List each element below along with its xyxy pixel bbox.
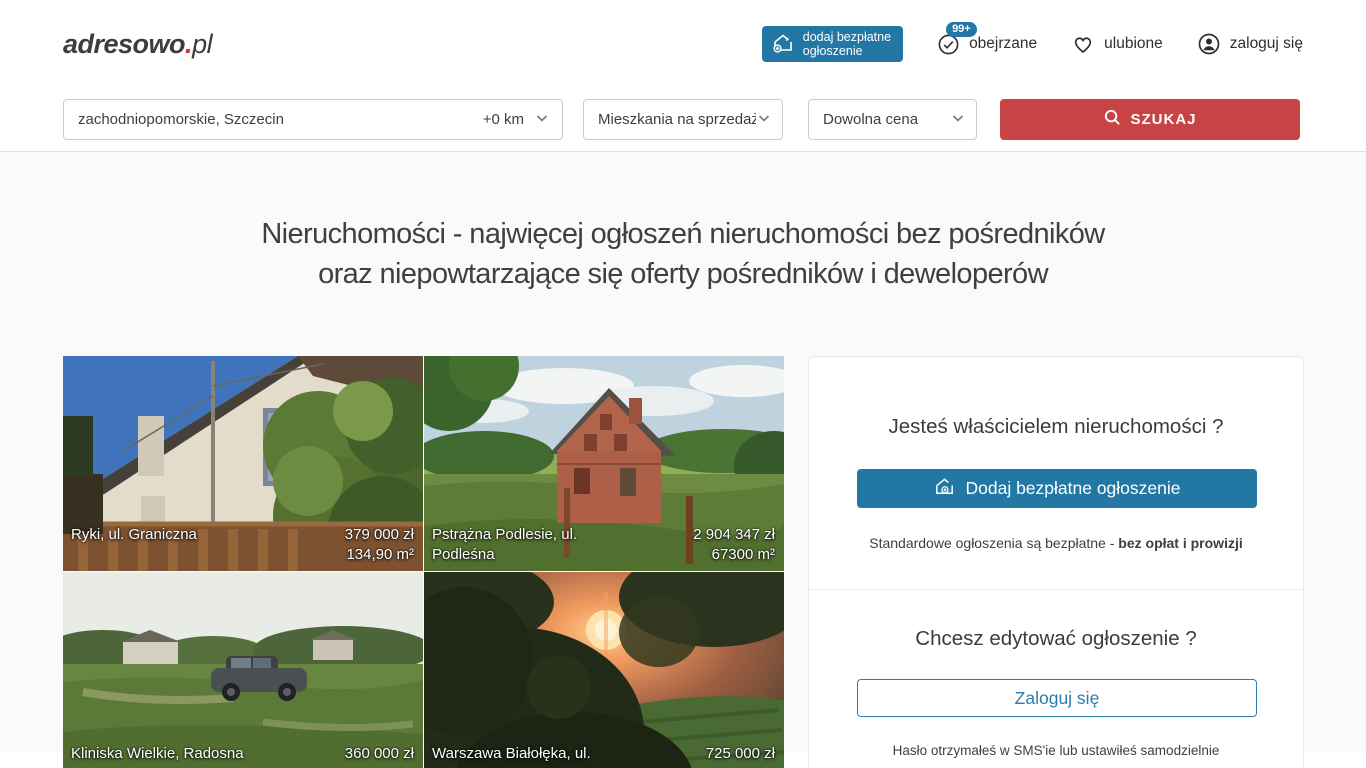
house-plus-icon <box>933 475 956 503</box>
listing-name: Warszawa Białołęka, ul. <box>432 744 591 764</box>
radius-value[interactable]: +0 km <box>483 111 524 128</box>
listings-grid: Ryki, ul. Graniczna 379 000 zł 134,90 m² <box>63 356 784 768</box>
owner-panel-note: Standardowe ogłoszenia są bezpłatne - be… <box>857 535 1255 551</box>
logo-text-main: adresowo <box>63 29 185 59</box>
heart-icon <box>1071 32 1095 56</box>
listing-photo <box>63 572 423 768</box>
owner-panel-title: Jesteś właścicielem nieruchomości ? <box>857 415 1255 439</box>
price-select[interactable]: Dowolna cena <box>808 99 977 140</box>
listing-label: Warszawa Białołęka, ul. 725 000 zł <box>424 741 784 768</box>
chevron-down-icon <box>950 110 966 130</box>
location-input[interactable]: zachodniopomorskie, Szczecin +0 km <box>63 99 563 140</box>
chevron-down-icon <box>534 110 550 130</box>
add-free-listing-label: Dodaj bezpłatne ogłoszenie <box>965 478 1180 499</box>
listing-label: Kliniska Wielkie, Radosna 360 000 zł <box>63 741 423 768</box>
house-plus-icon <box>771 31 795 58</box>
price-value: Dowolna cena <box>823 111 918 128</box>
login-button[interactable]: Zaloguj się <box>857 679 1257 717</box>
login-button-label: Zaloguj się <box>1015 688 1100 709</box>
add-listing-button[interactable]: dodaj bezpłatne ogłoszenie <box>762 26 903 62</box>
site-logo[interactable]: adresowo.pl <box>63 29 212 60</box>
page-title: Nieruchomości - najwięcej ogłoszeń nieru… <box>0 214 1366 294</box>
search-bar: zachodniopomorskie, Szczecin +0 km Miesz… <box>0 88 1366 152</box>
listing-name: Pstrążna Podlesie, ul. Podleśna <box>432 525 642 565</box>
nav-item-favorites[interactable]: ulubione <box>1071 32 1163 56</box>
nav-favorites-label: ulubione <box>1104 35 1163 53</box>
main-content: Nieruchomości - najwięcej ogłoszeń nieru… <box>0 152 1366 752</box>
listing-price: 379 000 zł <box>345 526 414 543</box>
listing-name: Ryki, ul. Graniczna <box>71 525 197 545</box>
viewed-count-badge: 99+ <box>946 22 977 37</box>
nav-viewed-label: obejrzane <box>969 35 1037 53</box>
listing-card[interactable]: Warszawa Białołęka, ul. 725 000 zł <box>424 572 784 768</box>
nav-item-login[interactable]: zaloguj się <box>1197 32 1303 56</box>
search-button[interactable]: SZUKAJ <box>1000 99 1300 140</box>
listing-area: 134,90 m² <box>346 546 414 563</box>
user-circle-icon <box>1197 32 1221 56</box>
listing-price-area: 360 000 zł <box>345 744 414 764</box>
listing-price-area: 379 000 zł 134,90 m² <box>345 525 414 565</box>
listing-label: Ryki, ul. Graniczna 379 000 zł 134,90 m² <box>63 522 423 571</box>
listing-card[interactable]: Ryki, ul. Graniczna 379 000 zł 134,90 m² <box>63 356 423 571</box>
category-value: Mieszkania na sprzedaż <box>598 111 756 128</box>
logo-dot: . <box>185 29 192 59</box>
add-listing-label: dodaj bezpłatne ogłoszenie <box>803 30 891 59</box>
listing-price-area: 725 000 zł <box>706 744 775 764</box>
search-icon <box>1103 108 1122 131</box>
listing-name: Kliniska Wielkie, Radosna <box>71 744 244 764</box>
listing-photo <box>424 572 784 768</box>
edit-panel: Chcesz edytować ogłoszenie ? Zaloguj się… <box>857 590 1255 758</box>
listing-price-area: 2 904 347 zł 67300 m² <box>693 525 775 565</box>
category-select[interactable]: Mieszkania na sprzedaż <box>583 99 783 140</box>
top-navigation: dodaj bezpłatne ogłoszenie 99+ obejrzane <box>762 26 1303 62</box>
listing-label: Pstrążna Podlesie, ul. Podleśna 2 904 34… <box>424 522 784 571</box>
listing-price: 2 904 347 zł <box>693 526 775 543</box>
listing-card[interactable]: Pstrążna Podlesie, ul. Podleśna 2 904 34… <box>424 356 784 571</box>
nav-login-label: zaloguj się <box>1230 35 1303 53</box>
edit-panel-title: Chcesz edytować ogłoszenie ? <box>857 627 1255 651</box>
owner-panel: Jesteś właścicielem nieruchomości ? Doda… <box>808 356 1304 768</box>
location-value: zachodniopomorskie, Szczecin <box>78 111 284 128</box>
edit-panel-note: Hasło otrzymałeś w SMS'ie lub ustawiłeś … <box>857 743 1255 758</box>
listing-price: 360 000 zł <box>345 745 414 762</box>
add-free-listing-button[interactable]: Dodaj bezpłatne ogłoszenie <box>857 469 1257 508</box>
page: adresowo.pl dodaj bezpłatne ogłoszenie <box>0 0 1366 768</box>
chevron-down-icon <box>756 110 772 130</box>
logo-text-tld: pl <box>192 29 212 59</box>
listing-price: 725 000 zł <box>706 745 775 762</box>
search-button-label: SZUKAJ <box>1130 111 1196 128</box>
listing-card[interactable]: Kliniska Wielkie, Radosna 360 000 zł <box>63 572 423 768</box>
top-header: adresowo.pl dodaj bezpłatne ogłoszenie <box>0 0 1366 88</box>
listing-area: 67300 m² <box>712 546 775 563</box>
nav-item-viewed[interactable]: 99+ obejrzane <box>937 33 1037 56</box>
